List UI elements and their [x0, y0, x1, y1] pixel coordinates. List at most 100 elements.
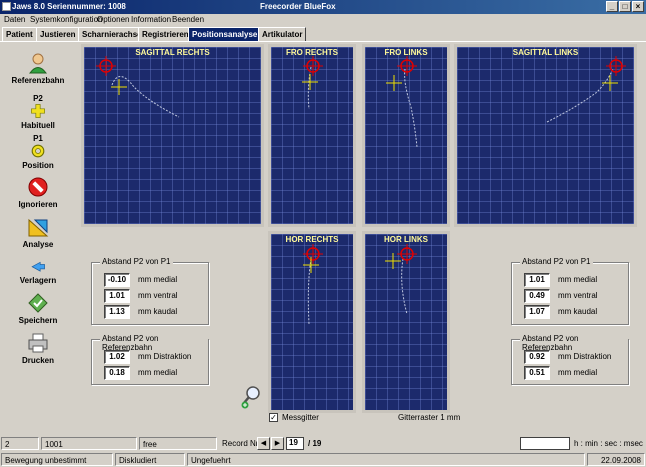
person-icon [29, 53, 47, 74]
ignorieren-button[interactable]: Ignorieren [10, 176, 66, 209]
time-input[interactable] [520, 437, 570, 450]
no-entry-icon [28, 177, 48, 197]
record-prev-button[interactable]: ◀ [257, 437, 270, 450]
sidebar-label: Analyse [22, 240, 54, 249]
hor-links-panel[interactable]: HOR LINKS [362, 231, 450, 413]
sidebar-label: Drucken [21, 356, 54, 365]
tab-scharnierachse[interactable]: Scharnierachse [78, 27, 146, 41]
status-cell-3: free [139, 437, 217, 450]
sidebar-sub: P2 [33, 94, 43, 103]
menu-optionen[interactable]: Optionen [97, 15, 129, 24]
window-subtitle: Freecorder BlueFox [260, 2, 336, 11]
sagittal-rechts-panel[interactable]: SAGITTAL RECHTS [81, 44, 264, 227]
tab-registrieren[interactable]: Registrieren [138, 27, 193, 41]
status-bewegung: Bewegung unbestimmt [1, 453, 113, 466]
drucken-button[interactable]: Drucken [10, 332, 66, 365]
value-field: 0.18 [104, 366, 130, 380]
ruler-triangle-icon [28, 218, 49, 237]
tab-artikulator[interactable]: Artikulator [258, 27, 307, 41]
speichern-button[interactable]: Speichern [10, 292, 66, 325]
value-label: mm ventral [558, 291, 598, 300]
record-total: / 19 [308, 439, 322, 448]
value-field: 1.02 [104, 350, 130, 364]
value-field: 0.51 [524, 366, 550, 380]
record-label: Record Nr. [222, 439, 261, 448]
sidebar-label: Speichern [18, 316, 58, 325]
value-label: mm ventral [138, 291, 178, 300]
analyse-button[interactable]: Analyse [10, 216, 66, 249]
ring-icon [31, 144, 45, 158]
fro-links-panel[interactable]: FRO LINKS [362, 44, 450, 227]
menu-bar: Daten Systemkonfiguration Optionen Infor… [0, 14, 646, 25]
group-title: Abstand P2 von P1 [520, 257, 593, 266]
fro-links-plot [386, 56, 418, 148]
value-label: mm medial [558, 275, 598, 284]
fro-rechts-plot [302, 56, 323, 110]
sidebar-sub: P1 [33, 134, 43, 143]
hor-links-plot [385, 244, 417, 315]
value-field: 1.13 [104, 305, 130, 319]
title-bar: Jaws 8.0 Seriennummer: 1008 Freecorder B… [0, 0, 646, 14]
sidebar-label: Position [22, 161, 54, 170]
printer-icon [28, 333, 48, 353]
messgitter-label: Messgitter [282, 413, 319, 422]
fro-rechts-panel[interactable]: FRO RECHTS [268, 44, 356, 227]
cross-plus-icon [31, 104, 45, 118]
zoom-icon[interactable] [240, 385, 262, 409]
hor-rechts-plot [303, 244, 323, 325]
value-field: 1.01 [524, 273, 550, 287]
status-ungefuehrt: Ungefuehrt [187, 453, 585, 466]
menu-systemkonfiguration[interactable]: Systemkonfiguration [30, 15, 102, 24]
sidebar-label: Ignorieren [18, 200, 58, 209]
tab-patient[interactable]: Patient [2, 27, 37, 41]
right-abstand-referenzbahn-group: Abstand P2 von Referenzbahn 0.92 mm Dist… [511, 334, 629, 385]
target-marker [96, 56, 116, 76]
maximize-button[interactable]: □ [619, 1, 631, 12]
value-label: mm kaudal [558, 307, 598, 316]
value-label: mm medial [558, 368, 598, 377]
messgitter-checkbox[interactable]: ✓ Messgitter [269, 412, 359, 424]
left-abstand-referenzbahn-group: Abstand P2 von Referenzbahn 1.02 mm Dist… [91, 334, 209, 385]
referenzbahn-button[interactable]: Referenzbahn [10, 52, 66, 85]
record-number-input[interactable]: 19 [286, 437, 304, 450]
close-button[interactable]: × [632, 1, 644, 12]
status-cell-1: 2 [1, 437, 39, 450]
menu-daten[interactable]: Daten [4, 15, 25, 24]
value-field: -0.10 [104, 273, 130, 287]
status-bar: 2 1001 free Record Nr. ◀ ▶ 19 / 19 h : m… [0, 436, 646, 467]
position-button[interactable]: P1 Position [10, 134, 66, 170]
record-next-button[interactable]: ▶ [271, 437, 284, 450]
status-cell-2: 1001 [41, 437, 137, 450]
sidebar-label: Verlagern [19, 276, 57, 285]
minimize-button[interactable]: _ [606, 1, 618, 12]
value-field: 0.49 [524, 289, 550, 303]
tab-positionsanalyse[interactable]: Positionsanalyse [188, 27, 262, 41]
tab-justieren[interactable]: Justieren [36, 27, 80, 41]
status-diskludiert: Diskludiert [115, 453, 185, 466]
app-icon [2, 2, 11, 11]
value-label: mm Distraktion [138, 352, 192, 361]
value-label: mm Distraktion [558, 352, 612, 361]
save-icon [28, 293, 48, 313]
sagittal-links-panel[interactable]: SAGITTAL LINKS [454, 44, 637, 227]
sidebar-label: Referenzbahn [11, 76, 65, 85]
value-label: mm medial [138, 368, 178, 377]
habituell-button[interactable]: P2 Habituell [10, 94, 66, 130]
menu-information[interactable]: Information [131, 15, 171, 24]
value-field: 0.92 [524, 350, 550, 364]
left-abstand-p1-group: Abstand P2 von P1 -0.10 mm medial 1.01 m… [91, 257, 209, 325]
group-title: Abstand P2 von P1 [100, 257, 173, 266]
verlagern-button[interactable]: Verlagern [10, 258, 66, 285]
gitterraster-label: Gitterraster 1 mm [398, 413, 461, 422]
status-date: 22.09.2008 [587, 453, 645, 466]
value-field: 1.07 [524, 305, 550, 319]
arrow-icon [31, 261, 45, 272]
sidebar-label: Habituell [21, 121, 55, 130]
right-abstand-p1-group: Abstand P2 von P1 1.01 mm medial 0.49 mm… [511, 257, 629, 325]
hor-rechts-panel[interactable]: HOR RECHTS [268, 231, 356, 413]
value-field: 1.01 [104, 289, 130, 303]
checkbox-box[interactable]: ✓ [269, 413, 278, 422]
value-label: mm medial [138, 275, 178, 284]
sagittal-rechts-plot [96, 56, 180, 118]
menu-beenden[interactable]: Beenden [172, 15, 204, 24]
